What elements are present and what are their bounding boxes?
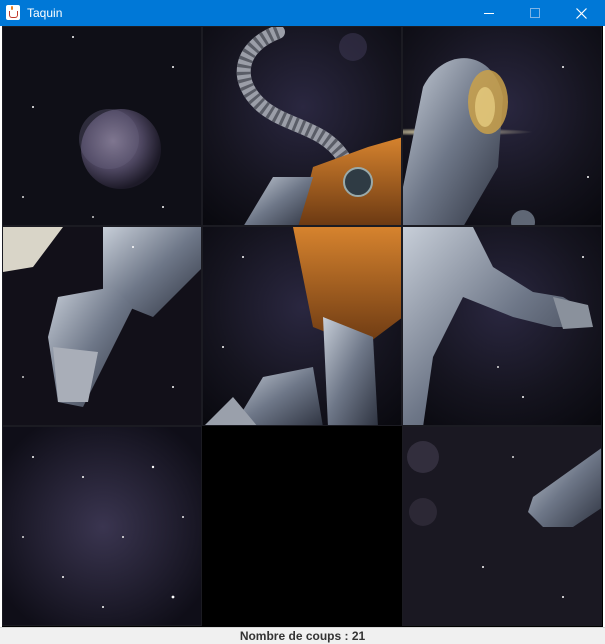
close-icon — [575, 7, 587, 19]
puzzle-tile[interactable] — [2, 226, 202, 426]
puzzle-board — [2, 26, 603, 627]
java-cup-icon — [6, 5, 20, 20]
minimize-icon — [484, 13, 494, 14]
puzzle-tile[interactable] — [402, 226, 602, 426]
move-counter: Nombre de coups : 21 — [0, 627, 605, 644]
puzzle-tile[interactable] — [402, 426, 602, 626]
puzzle-tile[interactable] — [402, 26, 602, 226]
window-title: Taquin — [27, 6, 63, 20]
window-titlebar[interactable]: Taquin — [0, 0, 605, 26]
puzzle-tile[interactable] — [2, 26, 202, 226]
puzzle-tile[interactable] — [202, 26, 402, 226]
maximize-icon — [530, 8, 540, 18]
puzzle-tile[interactable] — [2, 426, 202, 626]
maximize-button[interactable] — [512, 0, 558, 26]
minimize-button[interactable] — [466, 0, 512, 26]
puzzle-tile[interactable] — [202, 226, 402, 426]
close-button[interactable] — [558, 0, 604, 26]
empty-slot[interactable] — [202, 426, 402, 626]
